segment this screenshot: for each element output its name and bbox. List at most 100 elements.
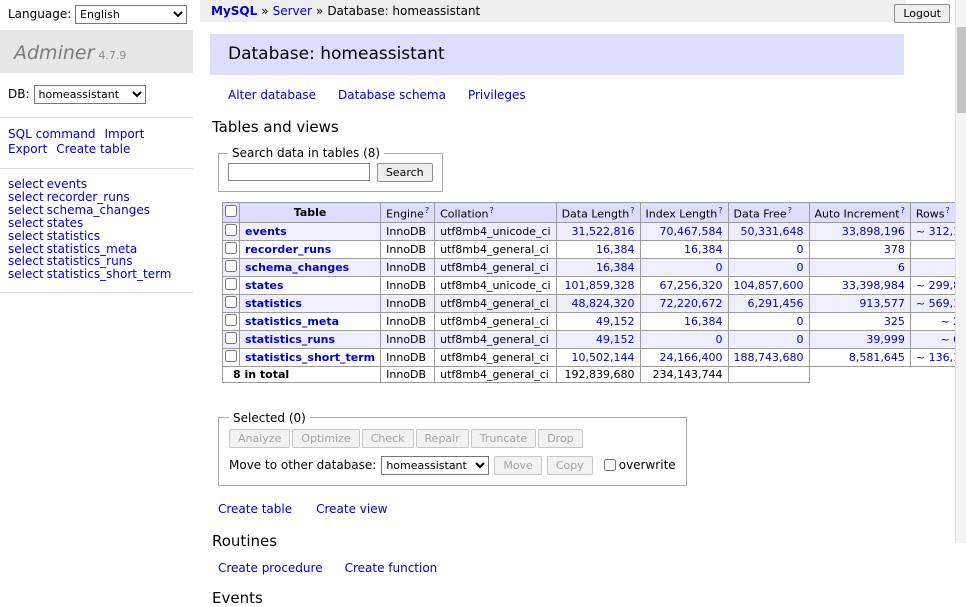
index-length-link[interactable]: 16,384 xyxy=(684,243,723,256)
adminer-logo-link[interactable]: Adminer xyxy=(14,42,94,64)
row-select-checkbox[interactable] xyxy=(225,332,237,344)
index-length-link[interactable]: 67,256,320 xyxy=(660,279,723,292)
index-length-link[interactable]: 24,166,400 xyxy=(660,351,723,364)
create-procedure-link[interactable]: Create procedure xyxy=(218,561,323,575)
create-view-link[interactable]: Create view xyxy=(316,502,387,516)
row-select-checkbox[interactable] xyxy=(225,242,237,254)
table-name-link[interactable]: states xyxy=(245,279,284,292)
table-name-link[interactable]: statistics_runs xyxy=(245,333,335,346)
sidebar-select-link[interactable]: select xyxy=(8,229,44,243)
sidebar-select-link[interactable]: select xyxy=(8,254,44,268)
table-name-link[interactable]: statistics xyxy=(245,297,302,310)
sidebar-select-link[interactable]: select xyxy=(8,190,44,204)
privileges-link[interactable]: Privileges xyxy=(468,88,526,102)
data-length-link[interactable]: 49,152 xyxy=(596,315,635,328)
row-select-checkbox[interactable] xyxy=(225,314,237,326)
sidebar-select-link[interactable]: select xyxy=(8,242,44,256)
row-select-checkbox[interactable] xyxy=(225,278,237,290)
create-table-link-main[interactable]: Create table xyxy=(218,502,292,516)
index-length-link[interactable]: 16,384 xyxy=(684,315,723,328)
data-length-help-link[interactable]: ? xyxy=(630,206,634,215)
rows-help-link[interactable]: ? xyxy=(945,206,949,215)
auto-increment-link[interactable]: 33,898,196 xyxy=(842,225,905,238)
data-free-link[interactable]: 0 xyxy=(797,315,804,328)
auto-increment-link[interactable]: 33,398,984 xyxy=(842,279,905,292)
data-length-link[interactable]: 31,522,816 xyxy=(572,225,635,238)
data-free-link[interactable]: 0 xyxy=(797,243,804,256)
sidebar-select-link[interactable]: select xyxy=(8,267,44,281)
auto-increment-link[interactable]: 8,581,645 xyxy=(849,351,905,364)
table-name-link[interactable]: statistics_meta xyxy=(245,315,339,328)
index-length-link[interactable]: 0 xyxy=(716,261,723,274)
data-free-link[interactable]: 0 xyxy=(797,261,804,274)
selected-operation-button[interactable]: Optimize xyxy=(292,429,359,448)
row-select-checkbox[interactable] xyxy=(225,350,237,362)
copy-button[interactable]: Copy xyxy=(547,456,593,475)
table-name-link[interactable]: schema_changes xyxy=(245,261,349,274)
selected-operation-button[interactable]: Repair xyxy=(416,429,469,448)
database-schema-link[interactable]: Database schema xyxy=(338,88,446,102)
selected-operation-button[interactable]: Analyze xyxy=(229,429,290,448)
data-free-link[interactable]: 188,743,680 xyxy=(734,351,804,364)
import-link[interactable]: Import xyxy=(104,127,144,141)
search-input[interactable] xyxy=(228,163,370,181)
sidebar-table-link[interactable]: statistics_meta xyxy=(47,242,138,256)
scrollbar-thumb[interactable] xyxy=(957,27,966,113)
sidebar-select-link[interactable]: select xyxy=(8,216,44,230)
table-name-link[interactable]: events xyxy=(245,225,287,238)
data-length-link[interactable]: 101,859,328 xyxy=(565,279,635,292)
row-select-checkbox[interactable] xyxy=(225,260,237,272)
data-length-link[interactable]: 16,384 xyxy=(596,243,635,256)
overwrite-toggle[interactable]: overwrite xyxy=(604,458,676,472)
sidebar-select-link[interactable]: select xyxy=(8,203,44,217)
index-length-link[interactable]: 0 xyxy=(716,333,723,346)
table-name-link[interactable]: statistics_short_term xyxy=(245,351,375,364)
create-table-link[interactable]: Create table xyxy=(56,142,130,156)
sidebar-select-link[interactable]: select xyxy=(8,177,44,191)
overwrite-checkbox[interactable] xyxy=(604,459,616,471)
db-select[interactable]: homeassistant xyxy=(34,85,146,104)
move-button[interactable]: Move xyxy=(494,456,542,475)
auto-increment-link[interactable]: 913,577 xyxy=(859,297,905,310)
language-select[interactable]: English xyxy=(75,5,187,24)
move-db-select[interactable]: homeassistant xyxy=(381,456,489,475)
row-select-checkbox[interactable] xyxy=(225,296,237,308)
data-free-link[interactable]: 6,291,456 xyxy=(748,297,804,310)
index-length-link[interactable]: 70,467,584 xyxy=(660,225,723,238)
selected-operation-button[interactable]: Truncate xyxy=(471,429,536,448)
sidebar-table-link[interactable]: statistics xyxy=(47,229,101,243)
sidebar-table-link[interactable]: schema_changes xyxy=(47,203,150,217)
select-all-checkbox[interactable] xyxy=(225,205,237,217)
data-free-link[interactable]: 50,331,648 xyxy=(741,225,804,238)
auto-increment-help-link[interactable]: ? xyxy=(901,206,905,215)
data-length-link[interactable]: 16,384 xyxy=(596,261,635,274)
data-free-link[interactable]: 104,857,600 xyxy=(734,279,804,292)
sidebar-table-link[interactable]: statistics_runs xyxy=(47,254,133,268)
data-length-link[interactable]: 10,502,144 xyxy=(572,351,635,364)
scrollbar[interactable] xyxy=(955,0,966,543)
table-name-link[interactable]: recorder_runs xyxy=(245,243,331,256)
sidebar-table-link[interactable]: statistics_short_term xyxy=(47,267,172,281)
selected-operation-button[interactable]: Check xyxy=(362,429,414,448)
engine-help-link[interactable]: ? xyxy=(425,206,429,215)
sidebar-table-link[interactable]: recorder_runs xyxy=(47,190,130,204)
auto-increment-link[interactable]: 378 xyxy=(884,243,905,256)
data-free-help-link[interactable]: ? xyxy=(788,206,792,215)
index-length-help-link[interactable]: ? xyxy=(718,206,722,215)
index-length-link[interactable]: 72,220,672 xyxy=(660,297,723,310)
logout-button[interactable]: Logout xyxy=(894,4,950,23)
auto-increment-link[interactable]: 6 xyxy=(898,261,905,274)
breadcrumb-server-link[interactable]: Server xyxy=(273,4,312,18)
selected-operation-button[interactable]: Drop xyxy=(538,429,582,448)
sql-command-link[interactable]: SQL command xyxy=(8,127,95,141)
collation-help-link[interactable]: ? xyxy=(489,206,493,215)
row-select-checkbox[interactable] xyxy=(225,224,237,236)
auto-increment-link[interactable]: 325 xyxy=(884,315,905,328)
sidebar-table-link[interactable]: events xyxy=(47,177,87,191)
data-free-link[interactable]: 0 xyxy=(797,333,804,346)
search-button[interactable]: Search xyxy=(377,163,433,182)
data-length-link[interactable]: 49,152 xyxy=(596,333,635,346)
alter-database-link[interactable]: Alter database xyxy=(228,88,316,102)
breadcrumb-mysql-link[interactable]: MySQL xyxy=(211,4,257,18)
export-link[interactable]: Export xyxy=(8,142,47,156)
